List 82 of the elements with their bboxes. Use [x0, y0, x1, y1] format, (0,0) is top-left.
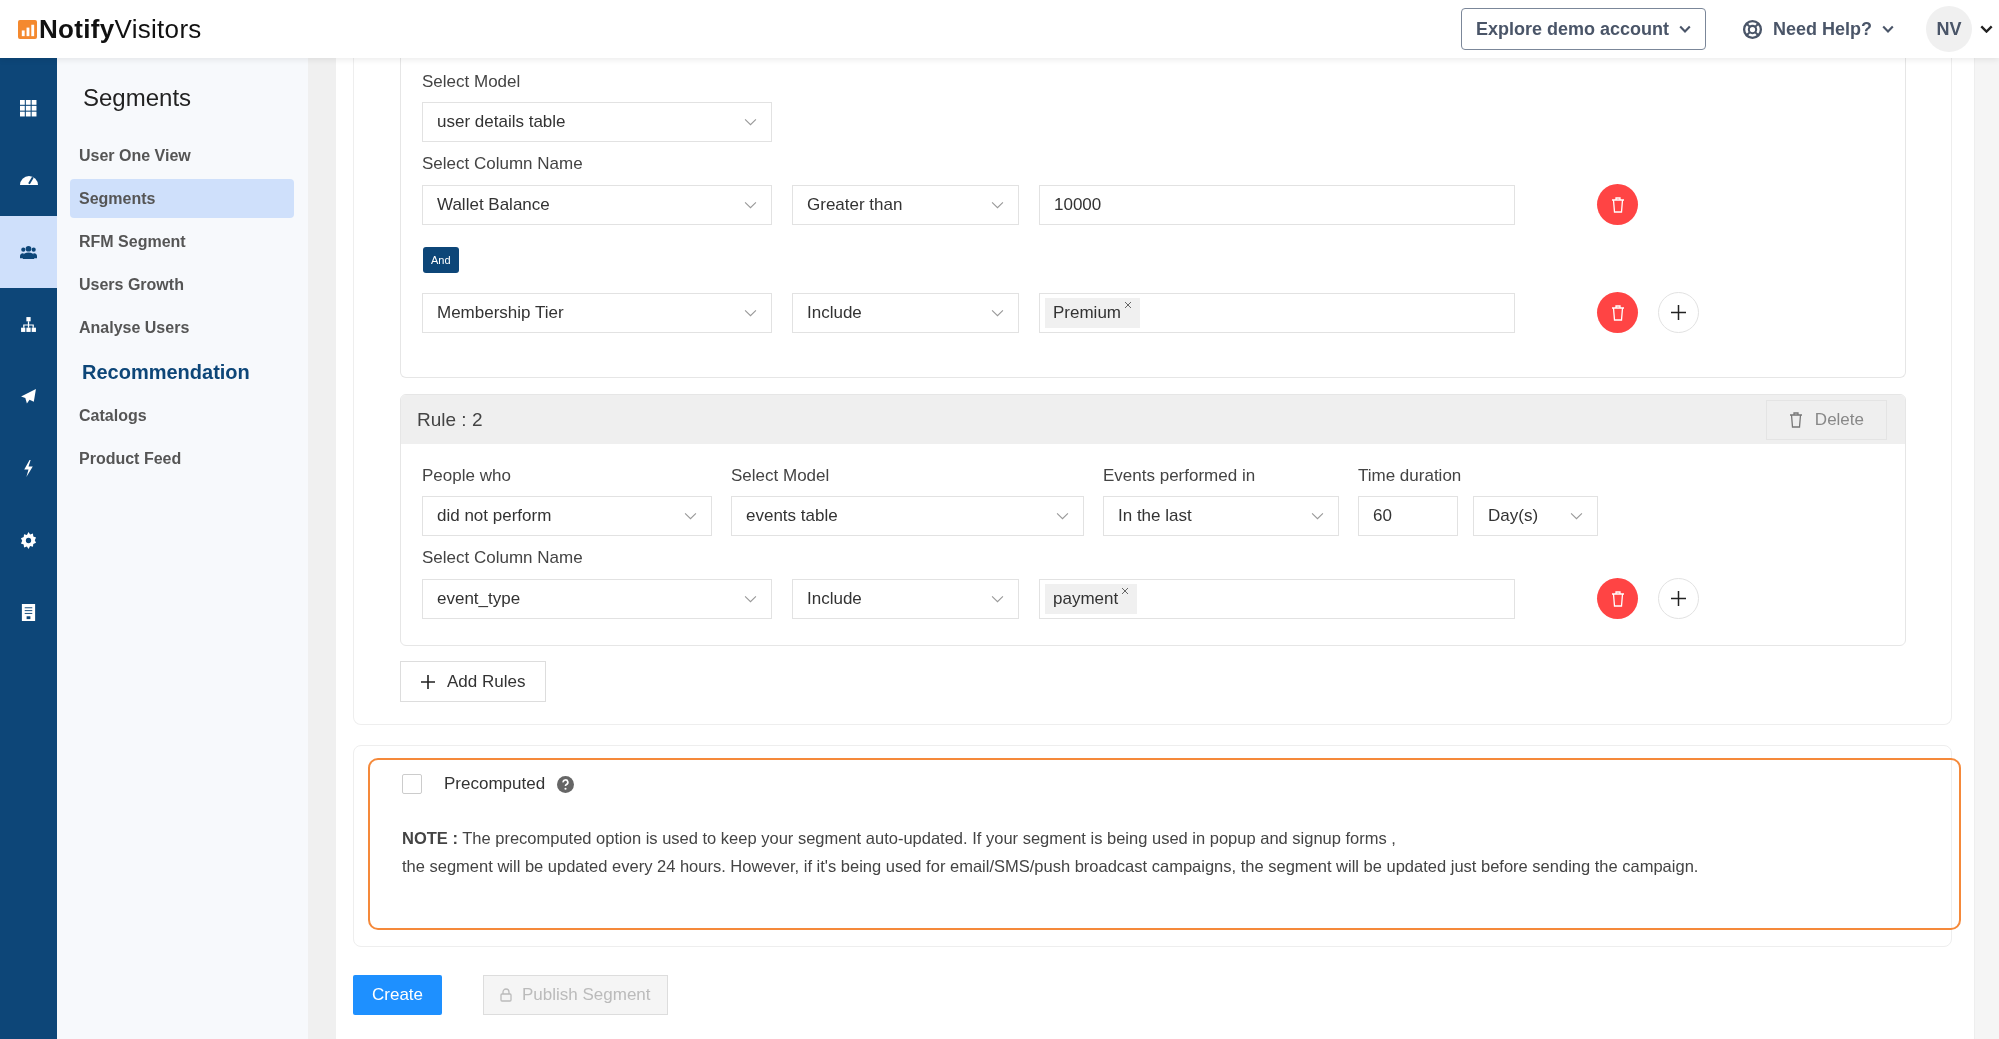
chevron-down-icon [744, 594, 757, 603]
note-text: the segment will be updated every 24 hours. However, if it's being used for email/SMS/push broadcast campaigns, the segment will be updated just before sending the campaign. [402, 856, 1700, 877]
field-label: Events performed in [1103, 466, 1256, 486]
sidebar-item[interactable]: Users Growth [70, 265, 294, 304]
explore-demo-dropdown[interactable]: Explore demo account [1460, 8, 1706, 50]
field-label: Time duration [1358, 466, 1462, 486]
grid-icon [20, 99, 37, 117]
close-icon[interactable] [1124, 300, 1132, 309]
sitemap-icon [20, 315, 37, 333]
value-tag[interactable]: Premium [1045, 297, 1140, 328]
rule-title: Rule : 2 [417, 408, 483, 431]
field-label: Select Model [422, 72, 522, 92]
value-tag[interactable]: payment [1045, 583, 1138, 614]
settings-icon [20, 531, 37, 549]
user-avatar[interactable]: NV [1926, 6, 1972, 52]
paper-plane-icon [20, 387, 37, 405]
operator-select[interactable]: Include [792, 578, 1019, 619]
lock-icon [500, 988, 513, 1002]
sidebar-item[interactable]: RFM Segment [70, 222, 294, 261]
model-select[interactable]: user details table [422, 102, 772, 142]
sidebar-item[interactable]: Catalogs [70, 396, 294, 435]
delete-condition-button[interactable] [1597, 184, 1638, 225]
chevron-down-icon [991, 200, 1004, 209]
chevron-down-icon [744, 200, 757, 209]
trash-icon [1788, 411, 1803, 428]
and-badge: And [423, 247, 459, 273]
value-input[interactable]: 10000 [1039, 184, 1515, 225]
duration-input[interactable]: 60 [1358, 496, 1458, 536]
chevron-down-icon [1882, 25, 1894, 33]
users-icon [20, 243, 37, 261]
chevron-down-icon [1678, 25, 1691, 33]
chevron-down-icon [684, 512, 697, 520]
document-icon [20, 603, 37, 621]
sidebar-title: Segments [82, 84, 193, 112]
trash-icon [1610, 590, 1625, 607]
trash-icon [1610, 196, 1625, 213]
precomputed-label: Precomputed [444, 774, 546, 794]
precomputed-checkbox[interactable] [402, 774, 422, 794]
gauge-icon [19, 175, 38, 185]
lifebuoy-icon [1741, 18, 1763, 40]
sidebar-item[interactable]: Segments [70, 179, 294, 218]
column-select[interactable]: event_type [422, 578, 772, 619]
operator-select[interactable]: Greater than [792, 184, 1019, 225]
chevron-down-icon [1570, 512, 1583, 520]
rule-select[interactable]: did not perform [422, 496, 712, 536]
plus-icon [1671, 305, 1686, 320]
caret-icon[interactable] [1980, 25, 1993, 33]
column-select[interactable]: Wallet Balance [422, 184, 772, 225]
help-icon[interactable] [557, 775, 575, 793]
chevron-down-icon [1056, 512, 1069, 520]
rule-select[interactable]: events table [731, 496, 1084, 536]
sidebar-item[interactable]: Product Feed [70, 439, 294, 478]
logo-text: NotifyVisitors [39, 13, 202, 45]
field-label: Select Column Name [422, 548, 584, 568]
chevron-down-icon [991, 594, 1004, 603]
chevron-down-icon [991, 308, 1004, 317]
field-label: Select Model [731, 466, 830, 486]
delete-condition-button[interactable] [1597, 578, 1638, 619]
note-text: NOTE : The precomputed option is used to keep your segment auto-updated. If your segment is being used in popup and signup forms , [402, 828, 1397, 849]
chevron-down-icon [1311, 512, 1324, 520]
trash-icon [1610, 304, 1625, 321]
sidebar-item[interactable]: Analyse Users [70, 308, 294, 347]
tag-input[interactable]: payment [1039, 578, 1515, 619]
sidebar-item[interactable]: User One View [70, 136, 294, 175]
operator-select[interactable]: Include [792, 292, 1019, 333]
scrollbar-track[interactable] [1974, 58, 1999, 1039]
column-select[interactable]: Membership Tier [422, 292, 772, 333]
chevron-down-icon [744, 118, 757, 126]
field-label: Select Column Name [422, 154, 584, 174]
tag-input[interactable]: Premium [1039, 292, 1515, 333]
plus-icon [421, 674, 435, 689]
plus-icon [1671, 591, 1686, 606]
sidebar-section-title: Recommendation [81, 361, 251, 384]
field-label: People who [422, 466, 511, 486]
help-dropdown[interactable]: Need Help? [1735, 17, 1900, 41]
logo-icon [18, 19, 37, 39]
rule-select[interactable]: Day(s) [1473, 496, 1598, 536]
chevron-down-icon [744, 308, 757, 317]
rule-select[interactable]: In the last [1103, 496, 1339, 536]
close-icon[interactable] [1121, 586, 1130, 595]
delete-condition-button[interactable] [1597, 292, 1638, 333]
add-rules-button[interactable]: Add Rules [400, 661, 547, 702]
